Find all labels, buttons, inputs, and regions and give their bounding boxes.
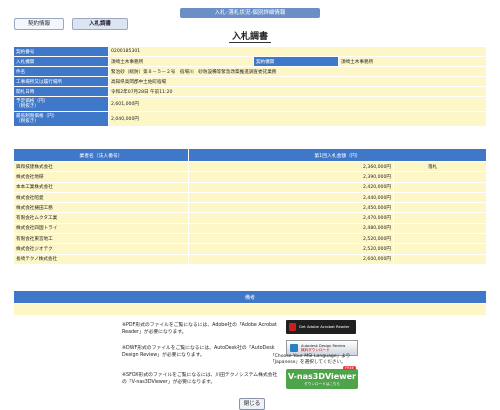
bid-result: 落札 [393, 160, 487, 173]
bid-amount: 2,600,000円 [188, 253, 394, 265]
bid-result [393, 171, 487, 183]
table-row: 長崎テクノ株式会社 2,600,000円 [13, 253, 487, 265]
autodesk-icon [290, 344, 298, 352]
bidder-name-header: 業者名（法人番号） [13, 148, 189, 162]
agency-label: 入札機関 [13, 56, 109, 67]
dwf-language-note: 「Choose Your MSI Language」より「Japanese」を選… [270, 354, 351, 365]
table-row: 有限会社東宮地工 2,520,000円 [13, 233, 487, 245]
bidder-name: 長崎テクノ株式会社 [13, 253, 189, 265]
contract-agency-value: 須崎土木事務所 [338, 56, 487, 67]
sfx-note: ※SFOX形式のファイルをご覧になるには、川田テクノシステム株式会社の「V-na… [122, 373, 278, 385]
bid-table: 業者名（法人番号） 第1回入札金額（円） 興和技建株式会社 2,360,000円落… [13, 148, 487, 265]
pdf-note: ※PDF形式のファイルをご覧になるには、Adobe社の「Adobe Acroba… [122, 323, 277, 335]
bidder-name: 株式会社地研 [13, 171, 189, 183]
bid-result [393, 243, 487, 255]
table-row: 株式会社樋田工務 2,450,000円 [13, 202, 487, 214]
table-row: 本本工業株式会社 2,420,000円 [13, 181, 487, 193]
table-row: 興和技建株式会社 2,360,000円 落札 [13, 160, 487, 173]
bid-amount: 2,520,000円 [188, 233, 394, 245]
vnas-subtitle: ダウンロードはこちら [304, 382, 340, 386]
bid-amount: 2,390,000円 [188, 171, 394, 183]
dwf-note: ※DWF形式のファイルをご覧になるには、AutoDesk社の「AutoDesk … [122, 346, 275, 358]
free-badge: FREE [343, 366, 356, 370]
contract-agency-label: 契約機関 [253, 56, 339, 67]
remarks-header: 備考 [13, 290, 487, 304]
table-row: 株式会社昭愛 2,440,000円 [13, 191, 487, 204]
bid-amount: 2,520,000円 [188, 243, 394, 255]
bid-result [393, 222, 487, 235]
table-row: 株式会社地研 2,390,000円 [13, 171, 487, 183]
bid-amount: 2,420,000円 [188, 181, 394, 193]
vnas-title: V-nas3DViewer [288, 372, 356, 381]
contract-no-value: 0200185301 [108, 46, 487, 57]
remarks-table: 備考 [13, 290, 487, 316]
bid-result [393, 212, 487, 224]
project-value: 緊治砂（総防）第８－５－２号 宿場川 砂防設備等緊急改築推進調査委託業務 [108, 66, 487, 77]
bid-amount: 2,470,000円 [188, 212, 394, 224]
estimate-label: 予定価格（円） （税抜き） [13, 96, 109, 112]
bidder-name: 有限会社ムクタ工業 [13, 212, 189, 224]
bidder-name: 株式会社ジオテク [13, 243, 189, 255]
estimate-value: 2,601,000円 [108, 96, 487, 112]
bid-amount: 2,440,000円 [188, 191, 394, 204]
page-title: 入札調書 [0, 29, 500, 43]
vnas-download-link[interactable]: FREE V-nas3DViewer ダウンロードはこちら [286, 366, 358, 389]
table-row: 有限会社ムクタ工業 2,470,000円 [13, 212, 487, 224]
remarks-value [13, 303, 487, 316]
bid-result [393, 202, 487, 214]
bid-amount: 2,360,000円 [188, 160, 394, 173]
contract-no-label: 契約番号 [13, 46, 109, 57]
min-price-value: 2,040,000円 [108, 111, 487, 127]
agency-value: 須崎土木事務所 [108, 56, 254, 67]
acrobat-icon [289, 323, 296, 331]
bid-amount: 2,480,000円 [188, 222, 394, 235]
close-button[interactable]: 閉じる [239, 398, 265, 410]
bidder-name: 株式会社四国トライ [13, 222, 189, 235]
bid-result [393, 191, 487, 204]
project-label: 件名 [13, 66, 109, 77]
table-row: 株式会社四国トライ 2,480,000円 [13, 222, 487, 235]
bid-result [393, 233, 487, 245]
opening-label: 開札日時 [13, 86, 109, 97]
table-row: 株式会社ジオテク 2,520,000円 [13, 243, 487, 255]
bid-result [393, 253, 487, 265]
bid-amount-header: 第1回入札金額（円） [188, 148, 487, 162]
get-adobe-reader-link[interactable]: Get Adobe Acrobat Reader [286, 320, 356, 334]
autodesk-download-label: 無料ダウンロード [301, 348, 330, 352]
min-price-label: 最低制限価格（円） （税抜き） [13, 111, 109, 127]
header-banner: 入札･落札状況-個別詳細情報 [180, 8, 320, 18]
bid-result [393, 181, 487, 193]
contract-info-table: 契約番号 0200185301 入札機関 須崎土木事務所 契約機関 須崎土木事務… [13, 46, 487, 127]
bidder-name: 株式会社樋田工務 [13, 202, 189, 214]
bidder-name: 本本工業株式会社 [13, 181, 189, 193]
location-value: 高知県高岡郡中土佐町宿場 [108, 76, 487, 87]
bid-amount: 2,450,000円 [188, 202, 394, 214]
bidder-name: 興和技建株式会社 [13, 160, 189, 173]
opening-value: 令和2年07月28日 午前11:20 [108, 86, 487, 97]
location-label: 工事場所又は履行場所 [13, 76, 109, 87]
bidder-name: 有限会社東宮地工 [13, 233, 189, 245]
bidder-name: 株式会社昭愛 [13, 191, 189, 204]
